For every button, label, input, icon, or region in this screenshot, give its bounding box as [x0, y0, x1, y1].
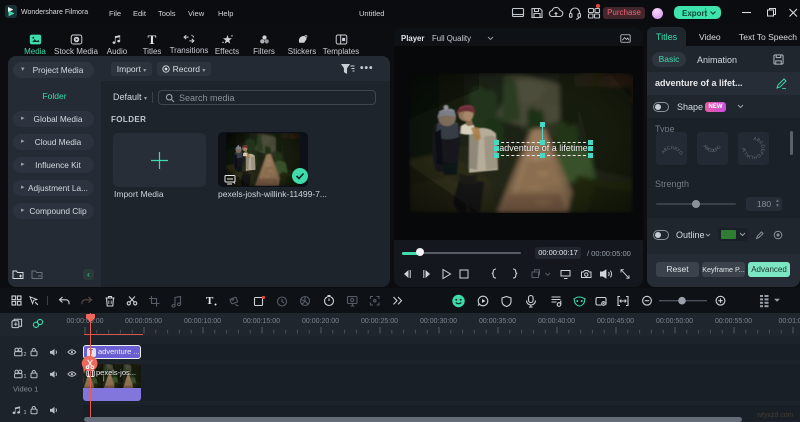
svg-text:ABCDEFG: ABCDEFG — [702, 144, 722, 154]
svg-text:2: 2 — [24, 352, 27, 358]
svg-text:ABCDEFGHIJKLM: ABCDEFGHIJKLM — [741, 136, 765, 160]
svg-text:Video 1: Video 1 — [13, 385, 38, 394]
svg-text:ABCDEFG: ABCDEFG — [660, 145, 684, 156]
svg-text:1: 1 — [24, 410, 27, 416]
svg-text:T: T — [206, 295, 214, 307]
svg-text:1: 1 — [24, 374, 27, 380]
